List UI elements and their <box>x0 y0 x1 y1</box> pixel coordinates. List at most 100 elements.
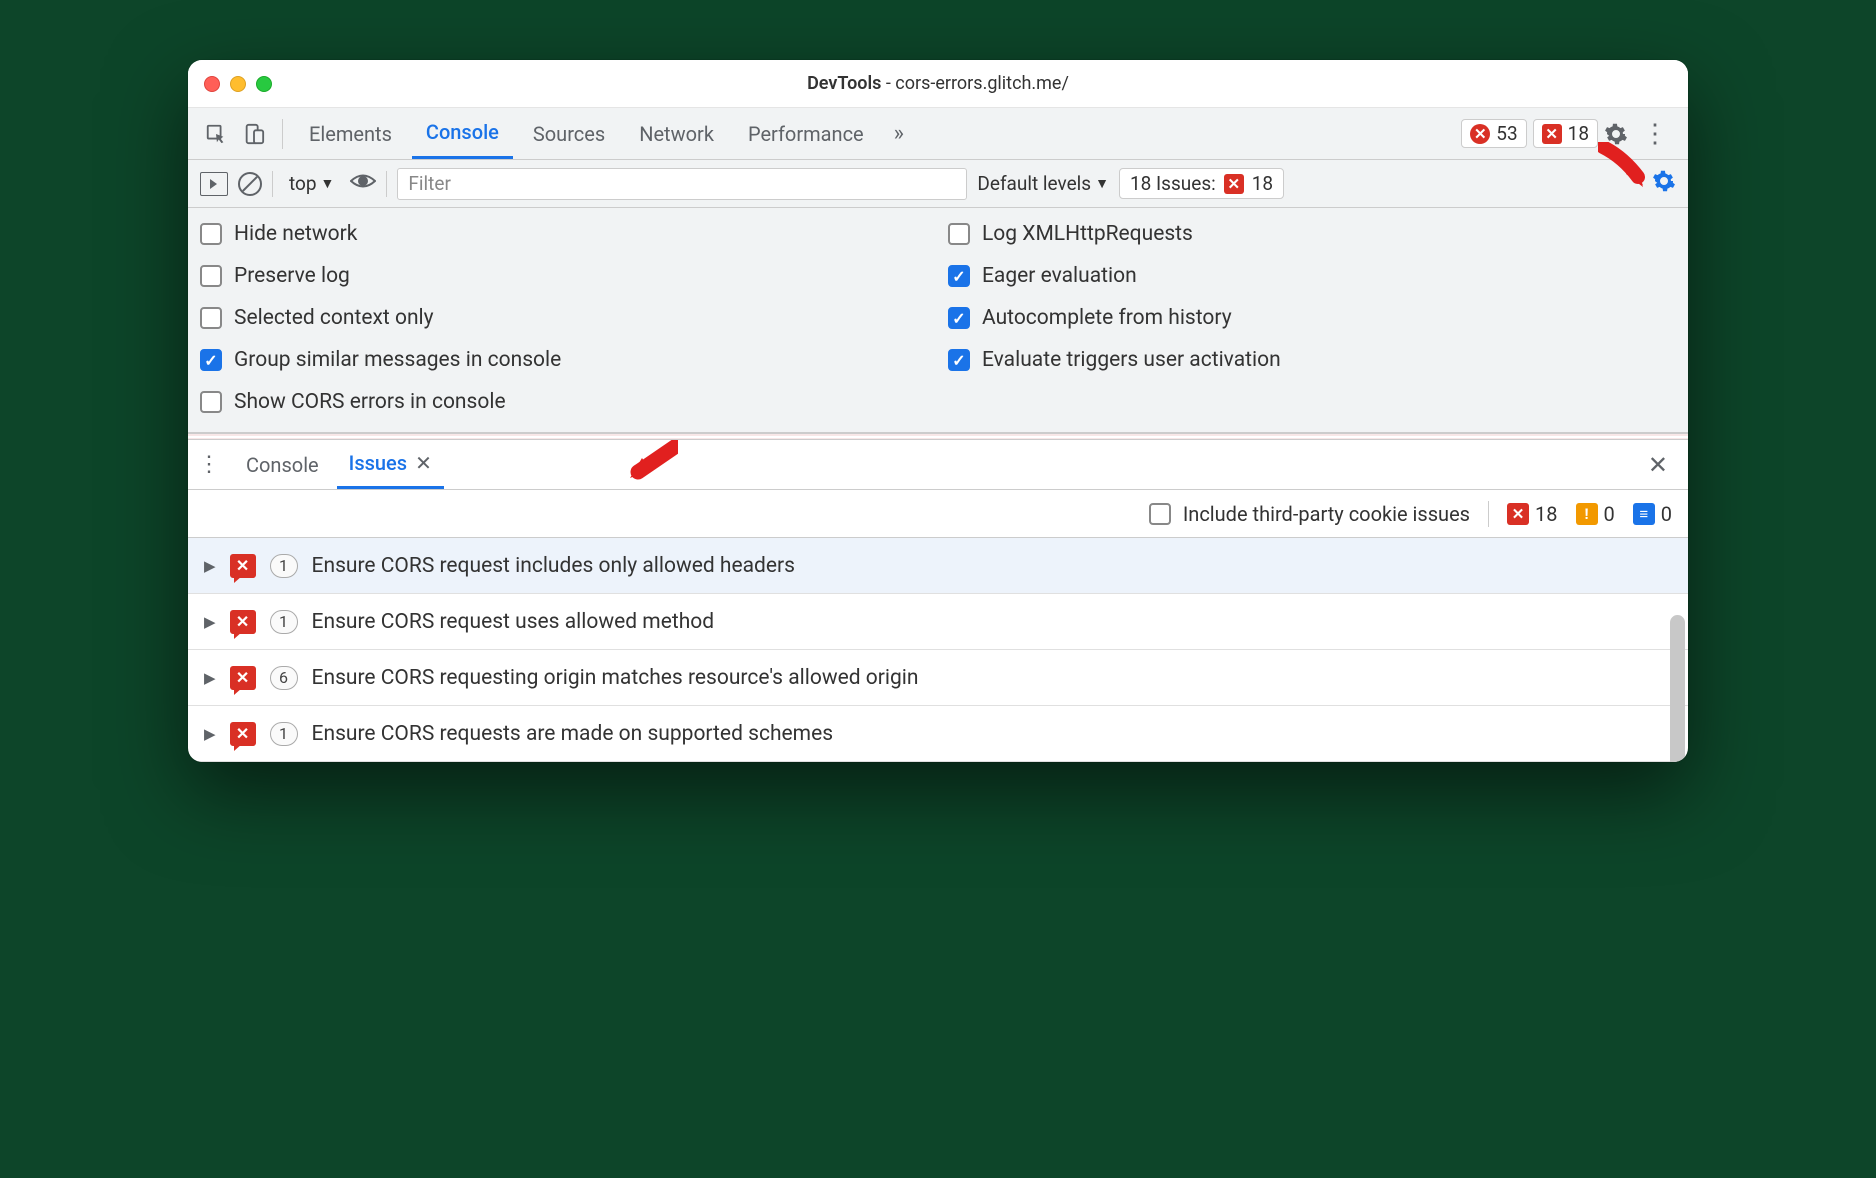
issues-label: 18 Issues: <box>1130 172 1216 195</box>
live-expression-icon[interactable] <box>350 171 376 196</box>
window-controls <box>204 76 272 92</box>
devtools-window: DevTools - cors-errors.glitch.me/ Elemen… <box>188 60 1688 762</box>
message-icon: ✕ <box>1542 124 1562 144</box>
issues-chip-icon: ✕ <box>1224 174 1244 194</box>
issue-error-icon: ✕ <box>230 666 256 690</box>
checkbox-icon <box>200 223 222 245</box>
issues-toolbar: Include third-party cookie issues ✕18 !0… <box>188 490 1688 538</box>
drawer-tabs: ⋮ Console Issues✕ ✕ <box>188 440 1688 490</box>
setting-checkbox[interactable]: Evaluate triggers user activation <box>948 348 1676 372</box>
console-settings-panel: Hide network Log XMLHttpRequests Preserve … <box>188 208 1688 434</box>
message-count-badge[interactable]: ✕ 18 <box>1533 119 1598 148</box>
expand-icon: ▶ <box>204 725 216 743</box>
close-drawer-icon[interactable]: ✕ <box>1638 451 1678 479</box>
setting-checkbox[interactable]: Preserve log <box>200 264 928 288</box>
issue-title: Ensure CORS requesting origin matches re… <box>312 666 919 690</box>
main-tabs: Elements Console Sources Network Perform… <box>188 108 1688 160</box>
issue-error-icon: ✕ <box>230 722 256 746</box>
setting-label: Selected context only <box>234 306 434 330</box>
maximize-window-button[interactable] <box>256 76 272 92</box>
annotation-arrow-gear <box>1598 142 1648 187</box>
toggle-sidebar-icon[interactable] <box>200 172 228 196</box>
issue-error-icon: ✕ <box>230 610 256 634</box>
tab-console[interactable]: Console <box>412 108 513 159</box>
issue-title: Ensure CORS request uses allowed method <box>312 610 715 634</box>
tab-performance[interactable]: Performance <box>734 108 878 159</box>
tab-elements[interactable]: Elements <box>295 108 406 159</box>
issue-count: 1 <box>270 722 298 746</box>
expand-icon: ▶ <box>204 669 216 687</box>
checkbox-icon <box>948 223 970 245</box>
annotation-arrow-cors <box>628 440 678 485</box>
issue-count: 1 <box>270 610 298 634</box>
tab-network[interactable]: Network <box>625 108 728 159</box>
filter-input[interactable]: Filter <box>397 168 967 200</box>
console-toolbar: top▼ Filter Default levels▼ 18 Issues: ✕… <box>188 160 1688 208</box>
setting-label: Evaluate triggers user activation <box>982 348 1281 372</box>
setting-label: Eager evaluation <box>982 264 1137 288</box>
filter-placeholder: Filter <box>408 172 450 195</box>
include-thirdparty-label: Include third-party cookie issues <box>1183 502 1470 526</box>
issue-row[interactable]: ▶ ✕ 1 Ensure CORS request includes only all… <box>188 538 1688 594</box>
issue-error-icon: ✕ <box>230 554 256 578</box>
message-count: 18 <box>1568 122 1589 145</box>
scrollbar[interactable] <box>1670 615 1685 762</box>
checkbox-icon <box>200 307 222 329</box>
device-toggle-icon[interactable] <box>238 118 270 150</box>
console-settings-gear-icon[interactable] <box>1652 169 1676 199</box>
window-title: DevTools - cors-errors.glitch.me/ <box>188 73 1688 94</box>
setting-checkbox[interactable]: Hide network <box>200 222 928 246</box>
setting-label: Autocomplete from history <box>982 306 1232 330</box>
error-count: 53 <box>1496 122 1517 145</box>
issues-badge[interactable]: 18 Issues: ✕ 18 <box>1119 168 1284 199</box>
issue-count: 1 <box>270 554 298 578</box>
checkbox-icon <box>200 265 222 287</box>
drawer-tab-issues[interactable]: Issues✕ <box>337 440 444 489</box>
setting-checkbox[interactable]: Show CORS errors in console <box>200 390 928 414</box>
issue-row[interactable]: ▶ ✕ 1 Ensure CORS request uses allowed meth… <box>188 594 1688 650</box>
close-tab-icon[interactable]: ✕ <box>415 451 432 475</box>
checkbox-icon <box>200 349 222 371</box>
issue-title: Ensure CORS requests are made on support… <box>312 722 834 746</box>
setting-label: Log XMLHttpRequests <box>982 222 1193 246</box>
issues-list: ▶ ✕ 1 Ensure CORS request includes only all… <box>188 538 1688 762</box>
inspect-icon[interactable] <box>200 118 232 150</box>
divider <box>282 119 283 149</box>
error-icon: ✕ <box>1470 124 1490 144</box>
log-level-selector[interactable]: Default levels▼ <box>977 172 1109 195</box>
setting-label: Show CORS errors in console <box>234 390 506 414</box>
more-tabs-button[interactable]: » <box>884 121 914 146</box>
drawer-tab-console[interactable]: Console <box>234 440 331 489</box>
include-thirdparty-checkbox[interactable]: Include third-party cookie issues <box>1149 502 1470 526</box>
drawer-menu-icon[interactable]: ⋮ <box>198 452 228 477</box>
clear-console-icon[interactable] <box>238 172 262 196</box>
issue-row[interactable]: ▶ ✕ 1 Ensure CORS requests are made on supp… <box>188 706 1688 762</box>
error-count-badge[interactable]: ✕ 53 <box>1461 119 1526 148</box>
expand-icon: ▶ <box>204 557 216 575</box>
tab-sources[interactable]: Sources <box>519 108 619 159</box>
issues-error-count[interactable]: ✕18 <box>1507 502 1557 526</box>
minimize-window-button[interactable] <box>230 76 246 92</box>
issues-warning-count[interactable]: !0 <box>1576 502 1615 526</box>
issue-count: 6 <box>270 666 298 690</box>
issue-row[interactable]: ▶ ✕ 6 Ensure CORS requesting origin matches… <box>188 650 1688 706</box>
setting-checkbox[interactable]: Group similar messages in console <box>200 348 928 372</box>
expand-icon: ▶ <box>204 613 216 631</box>
setting-checkbox[interactable]: Autocomplete from history <box>948 306 1676 330</box>
issues-count: 18 <box>1252 172 1273 195</box>
setting-label: Group similar messages in console <box>234 348 561 372</box>
checkbox-icon <box>200 391 222 413</box>
context-selector[interactable]: top▼ <box>283 172 340 195</box>
setting-checkbox[interactable]: Selected context only <box>200 306 928 330</box>
checkbox-icon <box>948 307 970 329</box>
issues-info-count[interactable]: ≡0 <box>1633 502 1672 526</box>
close-window-button[interactable] <box>204 76 220 92</box>
titlebar: DevTools - cors-errors.glitch.me/ <box>188 60 1688 108</box>
checkbox-icon <box>948 265 970 287</box>
setting-checkbox[interactable]: Log XMLHttpRequests <box>948 222 1676 246</box>
setting-label: Hide network <box>234 222 357 246</box>
checkbox-icon <box>948 349 970 371</box>
issue-title: Ensure CORS request includes only allowe… <box>312 554 795 578</box>
setting-label: Preserve log <box>234 264 350 288</box>
setting-checkbox[interactable]: Eager evaluation <box>948 264 1676 288</box>
